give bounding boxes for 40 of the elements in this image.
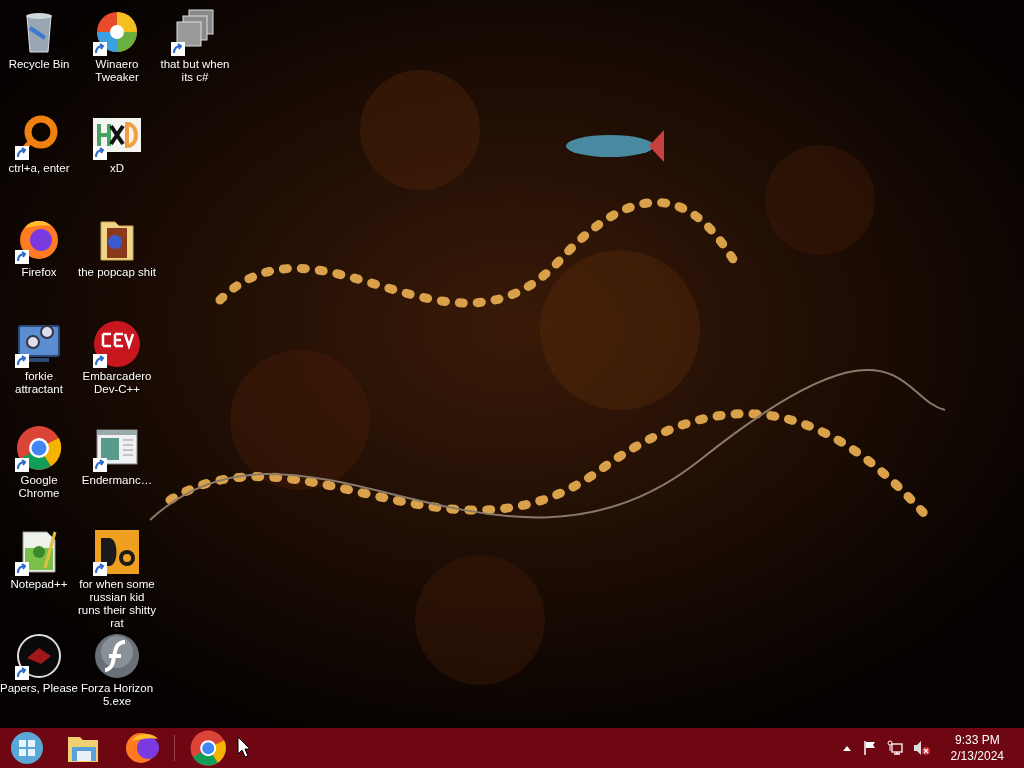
desktop-icon-label[interactable]: Forza Horizon 5.exe [78,682,156,708]
desktop-icon-label[interactable]: Papers, Please [0,682,78,695]
shortcut-arrow-icon [15,562,29,576]
shortcut-arrow-icon [15,666,29,680]
desktop-icon-label[interactable]: for when some russian kid runs their shitty rat [78,578,156,630]
flag-icon[interactable] [862,740,877,756]
desktop-icon-label[interactable]: Notepad++ [10,578,68,591]
flash-icon[interactable] [93,632,141,680]
desktop-icon-label[interactable]: Recycle Bin [8,58,70,71]
chrome-icon [189,729,227,767]
shortcut-arrow-icon [15,250,29,264]
network-icon[interactable] [886,740,903,756]
desktop-icon-label[interactable]: the popcap shit [78,266,156,279]
chevron-up-icon [842,745,851,751]
desktop-icon-label[interactable]: Google Chrome [0,474,78,500]
shortcut-arrow-icon [15,146,29,160]
shortcut-arrow-icon [93,562,107,576]
clock[interactable]: 9:33 PM 2/13/2024 [946,732,1008,764]
desktop-icon-label[interactable]: ctrl+a, enter [8,162,70,175]
shortcut-arrow-icon [15,458,29,472]
shortcut-arrow-icon [93,354,107,368]
desktop-icon-label[interactable]: that but when its c# [156,58,234,84]
clock-date: 2/13/2024 [950,748,1004,764]
chrome-icon[interactable] [15,424,63,472]
shortcut-arrow-icon [93,42,107,56]
mouse-cursor-icon [237,736,251,758]
shortcut-arrow-icon [93,458,107,472]
desktop-icon-label[interactable]: xD [109,162,125,175]
shortcut-arrow-icon [93,146,107,160]
desktop-icon-label[interactable]: Firefox [21,266,57,279]
shortcut-arrow-icon [15,354,29,368]
windows-logo-icon [10,731,44,765]
desktop-icon-label[interactable]: Embarcadero Dev-C++ [78,370,156,396]
shortcut-arrow-icon [171,42,185,56]
volume-muted-icon[interactable] [912,740,931,756]
desktop-icon-label[interactable]: Winaero Tweaker [78,58,156,84]
clock-time: 9:33 PM [954,732,1000,748]
de-logo-icon[interactable] [93,528,141,576]
desktop-icon-label[interactable]: forkie attractant [0,370,78,396]
desktop-icon-label[interactable]: Endermanc… [81,474,153,487]
